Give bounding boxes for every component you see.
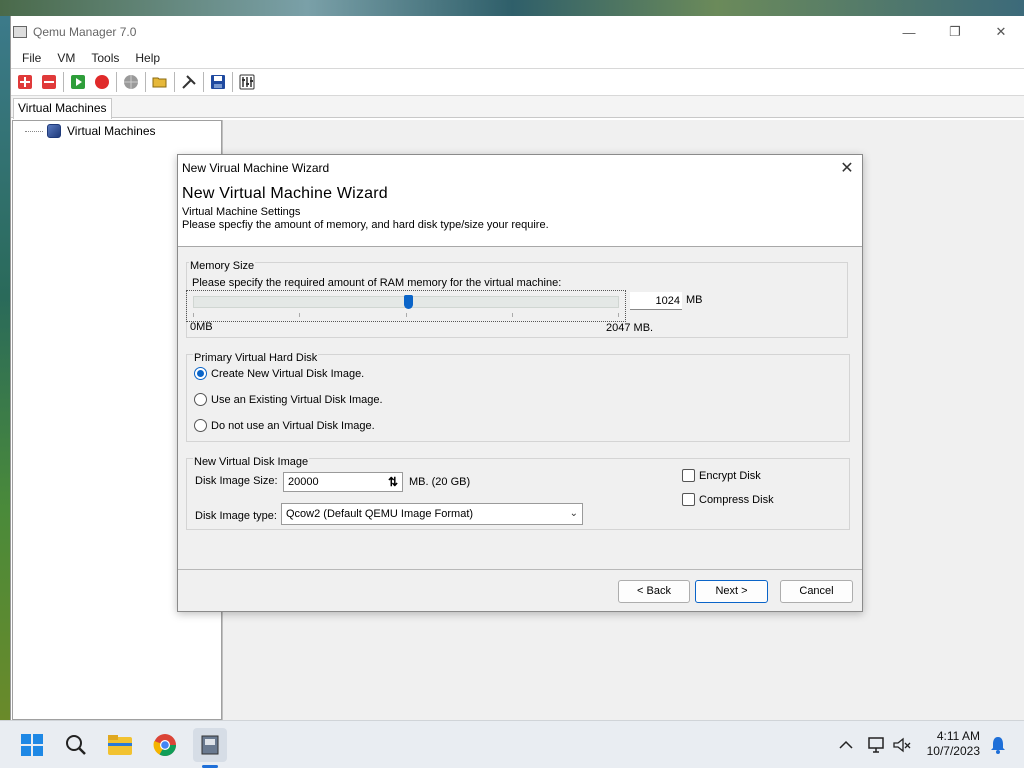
radio-no-disk[interactable]: Do not use an Virtual Disk Image. [194,419,375,432]
remove-vm-icon[interactable] [38,71,60,93]
chevron-down-icon: ⌄ [569,508,578,519]
dialog-close-icon[interactable]: ✕ [832,158,862,178]
back-button[interactable]: < Back [618,580,690,603]
restore-button[interactable]: ❐ [932,16,978,48]
app-icon [13,26,27,38]
radio-button[interactable] [194,419,207,432]
stop-icon[interactable] [91,71,113,93]
memory-min-label: 0MB [190,321,213,333]
toolbar-separator [145,72,146,92]
desktop-wallpaper-edge [0,16,10,720]
dialog-header: New Virtual Machine Wizard Virtual Machi… [178,181,862,247]
toolbar-separator [116,72,117,92]
dialog-title-bar: New Virual Machine Wizard ✕ [178,155,862,181]
system-clock[interactable]: 4:11 AM 10/7/2023 [927,729,980,759]
menu-bar: File VM Tools Help [11,48,1024,68]
menu-vm[interactable]: VM [49,51,83,65]
toolbar-separator [232,72,233,92]
dialog-title: New Virual Machine Wizard [182,161,330,175]
dialog-description: Please specfiy the amount of memory, and… [182,219,549,231]
menu-help[interactable]: Help [127,51,168,65]
checkbox-box[interactable] [682,493,695,506]
checkbox-label: Compress Disk [699,493,774,506]
radio-create-new-disk[interactable]: Create New Virtual Disk Image. [194,367,364,380]
settings-icon[interactable] [236,71,258,93]
save-icon[interactable] [207,71,229,93]
dialog-heading: New Virtual Machine Wizard [182,185,388,202]
window-title: Qemu Manager 7.0 [33,25,137,39]
close-button[interactable]: ✕ [978,16,1024,48]
disk-type-select[interactable]: Qcow2 (Default QEMU Image Format) ⌄ [281,503,583,525]
cancel-button[interactable]: Cancel [780,580,853,603]
search-icon[interactable] [62,731,90,759]
memory-value-input[interactable]: 1024 [630,292,682,310]
slider-tick [299,313,300,317]
menu-file[interactable]: File [14,51,49,65]
folder-open-icon[interactable] [149,71,171,93]
memory-slider[interactable] [186,290,626,322]
add-vm-icon[interactable] [14,71,36,93]
qemu-manager-taskbar-icon[interactable] [193,728,227,762]
taskbar: 4:11 AM 10/7/2023 [0,720,1024,768]
toolbar-separator [174,72,175,92]
menu-tools[interactable]: Tools [83,51,127,65]
disk-size-unit: MB. (20 GB) [409,476,471,488]
tree-item-label: Virtual Machines [67,124,156,138]
disk-size-label: Disk Image Size: [195,475,278,487]
radio-button[interactable] [194,367,207,380]
clock-date: 10/7/2023 [926,744,980,758]
memory-prompt: Please specify the required amount of RA… [192,277,562,289]
minimize-button[interactable]: — [886,16,932,48]
checkbox-label: Encrypt Disk [699,469,761,482]
memory-unit: MB [686,294,703,306]
encrypt-disk-checkbox[interactable]: Encrypt Disk [682,469,761,482]
disk-type-value: Qcow2 (Default QEMU Image Format) [286,508,474,520]
desktop-wallpaper [0,0,1024,16]
toolbar [11,68,1024,96]
file-explorer-icon[interactable] [106,731,134,759]
radio-use-existing-disk[interactable]: Use an Existing Virtual Disk Image. [194,393,383,406]
primary-hard-disk-legend: Primary Virtual Hard Disk [193,352,319,364]
disk-size-spinner-icon[interactable]: ⇅ [386,473,400,491]
volume-muted-icon[interactable] [888,731,916,759]
tools-icon[interactable] [178,71,200,93]
radio-label: Create New Virtual Disk Image. [211,367,365,380]
radio-button[interactable] [194,393,207,406]
slider-tick [618,313,619,317]
disk-size-input[interactable]: 20000 [283,472,403,492]
clock-time: 4:11 AM [936,729,980,743]
checkbox-box[interactable] [682,469,695,482]
dialog-subtitle: Virtual Machine Settings [182,206,301,218]
play-icon[interactable] [67,71,89,93]
windows-start-icon[interactable] [18,731,46,759]
slider-tick [512,313,513,317]
radio-label: Do not use an Virtual Disk Image. [211,419,375,432]
toolbar-separator [63,72,64,92]
slider-tick [193,313,194,317]
new-disk-image-legend: New Virtual Disk Image [193,456,310,468]
notification-bell-icon[interactable] [984,731,1012,759]
title-bar: Qemu Manager 7.0 — ❐ ✕ [11,16,1024,48]
vm-folder-icon [47,124,61,138]
chrome-icon[interactable] [151,731,179,759]
network-icon[interactable] [862,731,890,759]
memory-size-legend: Memory Size [189,260,256,272]
disk-type-label: Disk Image type: [195,510,277,522]
tab-virtual-machines[interactable]: Virtual Machines [13,98,112,119]
slider-tick [406,313,407,317]
globe-icon[interactable] [120,71,142,93]
slider-thumb[interactable] [404,295,413,309]
next-button[interactable]: Next > [695,580,768,603]
memory-max-label: 2047 MB. [606,322,654,334]
toolbar-separator [203,72,204,92]
tree-item-virtual-machines[interactable]: Virtual Machines [25,124,156,138]
tree-connector [25,130,43,132]
button-area-divider [178,569,862,570]
radio-label: Use an Existing Virtual Disk Image. [211,393,383,406]
compress-disk-checkbox[interactable]: Compress Disk [682,493,774,506]
tray-chevron-up-icon[interactable] [832,731,860,759]
tab-bar: Virtual Machines [11,96,1024,119]
